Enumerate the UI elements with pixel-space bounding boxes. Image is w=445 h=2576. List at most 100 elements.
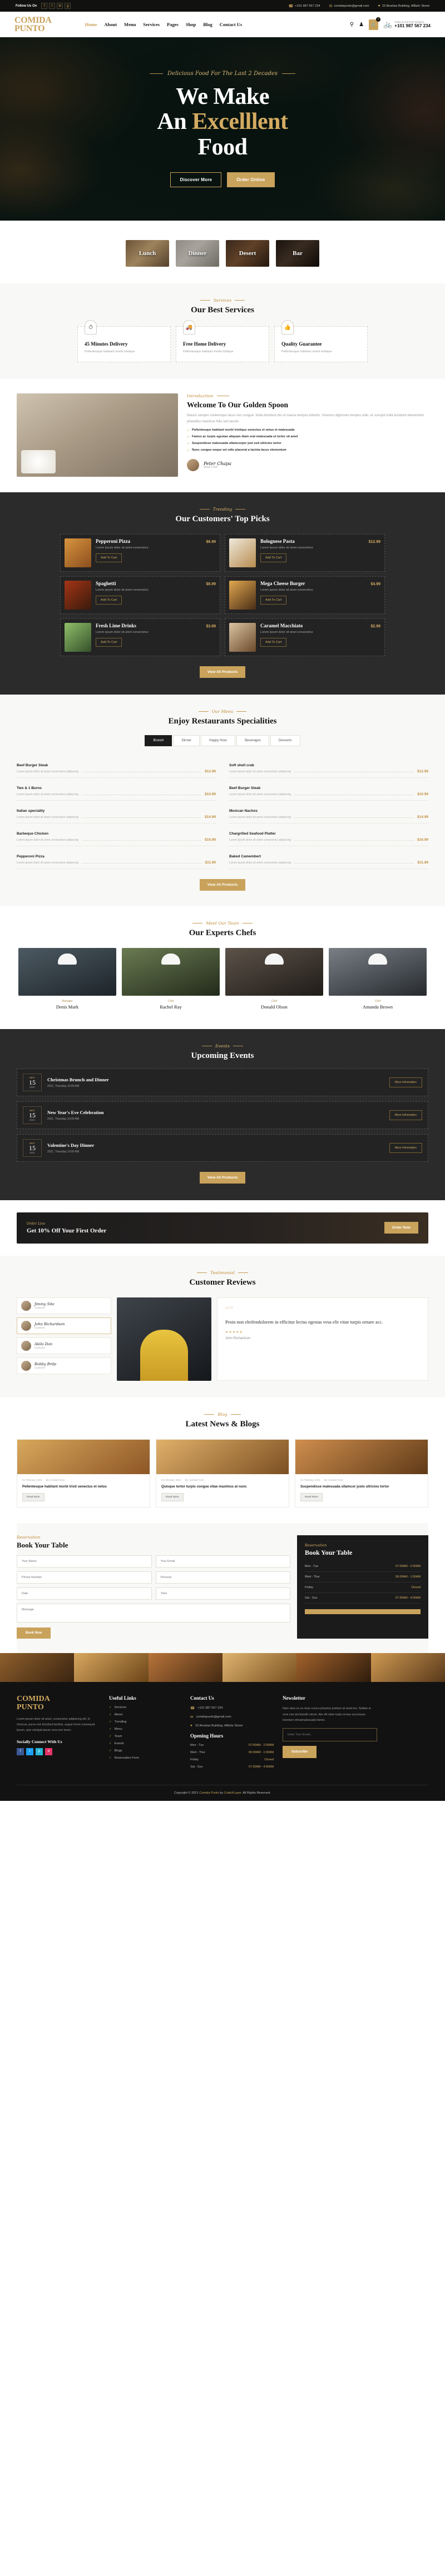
footer-link[interactable]: ✓ Blogs bbox=[109, 1749, 181, 1753]
blog-card[interactable]: 01 February, 2021 By Comida Punto Pellent… bbox=[17, 1439, 150, 1508]
footer-link[interactable]: ✓ Team bbox=[109, 1735, 181, 1738]
topbar-email[interactable]: ✉ comidapunto@gmail.com bbox=[329, 4, 369, 8]
nav-item-about[interactable]: About bbox=[104, 22, 117, 27]
category-card-lunch[interactable]: Lunch bbox=[126, 240, 169, 267]
instagram-icon[interactable]: in bbox=[57, 3, 63, 9]
nav-item-blog[interactable]: Blog bbox=[203, 22, 212, 27]
product-card[interactable]: Caramel Macchiato $2.99 Lorem ipsum dolor… bbox=[225, 618, 385, 656]
footer-logo[interactable]: COMIDA PUNTO bbox=[17, 1695, 100, 1712]
nav-item-services[interactable]: Services bbox=[143, 22, 160, 27]
user-account-icon[interactable]: ♟ bbox=[359, 22, 364, 28]
category-card-dinner[interactable]: Dinner bbox=[176, 240, 219, 267]
chef-card[interactable]: Manager Denis Mark bbox=[18, 947, 116, 1014]
name-field[interactable] bbox=[17, 1555, 152, 1568]
blog-read-more-button[interactable]: Read More bbox=[300, 1493, 323, 1502]
footer-phone[interactable]: ☎ +101 987 567 234 bbox=[190, 1706, 274, 1710]
footer-link[interactable]: ✓ Trending bbox=[109, 1720, 181, 1724]
pinterest-icon[interactable]: p bbox=[36, 1748, 43, 1755]
twitter-icon[interactable]: t bbox=[49, 3, 56, 9]
persons-field[interactable] bbox=[155, 1571, 290, 1584]
chef-card[interactable]: Chef Donald Olson bbox=[225, 947, 323, 1014]
nav-item-menu[interactable]: Menu bbox=[124, 22, 136, 27]
gallery-image[interactable] bbox=[296, 1653, 371, 1683]
search-icon[interactable]: ⚲ bbox=[350, 22, 354, 28]
discover-more-button[interactable]: Discover More bbox=[170, 172, 222, 188]
events-view-all-button[interactable]: View All Products bbox=[199, 1171, 246, 1184]
add-to-cart-button[interactable]: Add To Cart bbox=[260, 595, 287, 605]
book-now-button[interactable]: Book Now bbox=[17, 1628, 51, 1639]
facebook-icon[interactable]: f bbox=[17, 1748, 24, 1755]
order-now-button[interactable]: Order Now bbox=[384, 1222, 418, 1234]
gallery-image[interactable] bbox=[74, 1653, 149, 1683]
add-to-cart-button[interactable]: Add To Cart bbox=[96, 553, 122, 562]
time-field[interactable] bbox=[155, 1587, 290, 1600]
tab-dinner[interactable]: Dinner bbox=[173, 735, 200, 746]
footer-link[interactable]: ✓ About bbox=[109, 1713, 181, 1716]
reviewer-item[interactable]: Akilo Don Customer bbox=[17, 1337, 111, 1354]
tab-brunch[interactable]: Brunch bbox=[145, 735, 172, 746]
chef-card[interactable]: Chef Rachel Ray bbox=[122, 947, 220, 1014]
event-date: May 15 2021 bbox=[23, 1139, 42, 1157]
event-more-info-button[interactable]: More Information bbox=[389, 1142, 422, 1153]
twitter-icon[interactable]: t bbox=[26, 1748, 33, 1755]
nav-item-home[interactable]: Home bbox=[85, 22, 97, 27]
blog-card[interactable]: 01 February, 2021 By Comida Punto Quisque… bbox=[156, 1439, 289, 1508]
add-to-cart-button[interactable]: Add To Cart bbox=[260, 553, 287, 562]
chef-card[interactable]: Chef Amanda Brown bbox=[329, 947, 427, 1014]
gallery-image[interactable] bbox=[370, 1653, 445, 1683]
topbar-phone[interactable]: ☎ +101 987 567 234 bbox=[288, 4, 320, 8]
product-card[interactable]: Pepperoni Pizza $6.99 Lorem Ipsum dolor s… bbox=[60, 533, 220, 572]
footer-address: ● 22 Ainahas Building, AlBahr Street bbox=[190, 1724, 243, 1728]
product-card[interactable]: Spaghetti $8.99 Lorem ipsum dolor sit ame… bbox=[60, 576, 220, 614]
add-to-cart-button[interactable]: Add To Cart bbox=[96, 595, 122, 605]
reviewer-item[interactable]: John Richardson Customer bbox=[17, 1317, 111, 1334]
spec-view-all-button[interactable]: View All Products bbox=[199, 878, 246, 891]
order-online-button[interactable]: Order Online bbox=[227, 172, 275, 188]
facebook-icon[interactable]: f bbox=[41, 3, 48, 9]
add-to-cart-button[interactable]: Add To Cart bbox=[96, 637, 122, 647]
category-card-bar[interactable]: Bar bbox=[276, 240, 319, 267]
phone-field[interactable] bbox=[17, 1571, 152, 1584]
message-field[interactable] bbox=[17, 1604, 290, 1623]
footer-link[interactable]: ✓ Menu bbox=[109, 1728, 181, 1731]
dribbble-icon[interactable]: d bbox=[45, 1748, 52, 1755]
product-card[interactable]: Fresh Lime Drinks $3.99 Lorem ipsum dolor… bbox=[60, 618, 220, 656]
view-all-products-button[interactable]: View All Products bbox=[199, 666, 246, 678]
category-card-desert[interactable]: Desert bbox=[226, 240, 269, 267]
google-icon[interactable]: g bbox=[65, 3, 71, 9]
gallery-image[interactable] bbox=[148, 1653, 222, 1683]
reviewer-item[interactable]: Jimmy Site Customer bbox=[17, 1297, 111, 1314]
reviewer-item[interactable]: Bobby Brdp Customer bbox=[17, 1357, 111, 1374]
footer-email[interactable]: ✉ comidapunto@gmail.com bbox=[190, 1715, 274, 1719]
blog-card[interactable]: 01 February, 2021 By Comida Punto Suspend… bbox=[295, 1439, 428, 1508]
hero-kicker: Delicious Food For The Last 2 Decades bbox=[150, 71, 295, 77]
tab-happy-hour[interactable]: Happy Hour bbox=[201, 735, 236, 746]
tab-beverages[interactable]: Beverages bbox=[236, 735, 269, 746]
blog-read-more-button[interactable]: Read More bbox=[161, 1493, 184, 1502]
site-logo[interactable]: COMIDA PUNTO bbox=[14, 16, 52, 33]
nav-item-contact-us[interactable]: Contact Us bbox=[220, 22, 242, 27]
product-card[interactable]: Mega Cheese Burger $4.99 Lorem ipsum dolo… bbox=[225, 576, 385, 614]
blog-read-more-button[interactable]: Read More bbox=[22, 1493, 44, 1502]
delivery-phone[interactable]: +101 987 567 234 bbox=[394, 23, 431, 28]
product-card[interactable]: Bolognese Pasta $12.99 Lorem Ipsum dolor … bbox=[225, 533, 385, 572]
newsletter-email-input[interactable] bbox=[283, 1728, 377, 1742]
event-more-info-button[interactable]: More Information bbox=[389, 1110, 422, 1120]
date-field[interactable] bbox=[17, 1587, 152, 1600]
nav-item-shop[interactable]: Shop bbox=[186, 22, 196, 27]
footer-link[interactable]: ✓ Events bbox=[109, 1742, 181, 1745]
email-field[interactable] bbox=[155, 1555, 290, 1568]
event-more-info-button[interactable]: More Information bbox=[389, 1077, 422, 1087]
footer-link[interactable]: ✓ Reservation Form bbox=[109, 1756, 181, 1760]
gallery-image[interactable] bbox=[0, 1653, 75, 1683]
spec-menu-right: Soft shell crab Lorem ipsum dolor sit ame… bbox=[229, 755, 428, 869]
add-to-cart-button[interactable]: Add To Cart bbox=[260, 637, 287, 647]
author-link[interactable]: CodeXLayer bbox=[224, 1791, 241, 1795]
subscribe-button[interactable]: Subscribe bbox=[283, 1746, 317, 1759]
gallery-image[interactable] bbox=[222, 1653, 297, 1683]
cart-button[interactable]: 🛒 0 bbox=[369, 17, 381, 30]
nav-item-pages[interactable]: Pages bbox=[167, 22, 179, 27]
tab-desserts[interactable]: Desserts bbox=[270, 735, 300, 746]
footer-link[interactable]: ✓ Services bbox=[109, 1706, 181, 1709]
copyright-bar: Copyright © 2021 Comida Punto by CodeXLa… bbox=[17, 1785, 428, 1801]
